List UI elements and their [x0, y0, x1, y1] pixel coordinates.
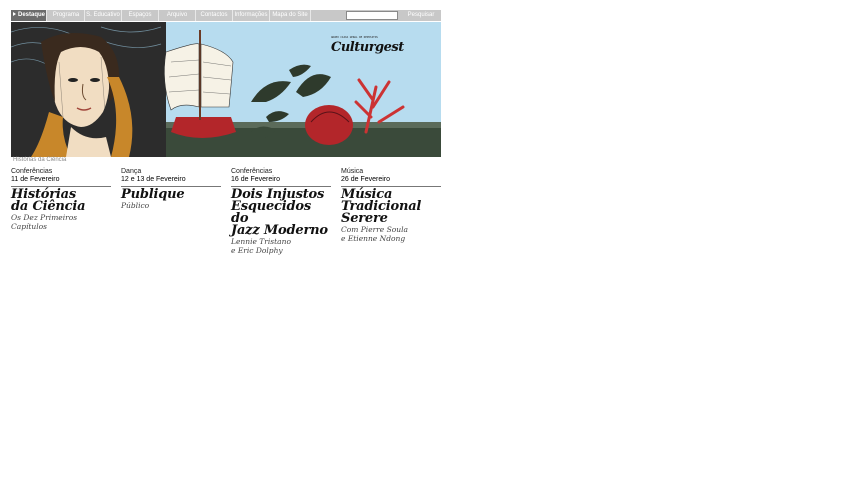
nav-item-label: Destaque [18, 12, 46, 18]
event-subtitle-line: Capítulos [11, 222, 48, 231]
nav-item-programa[interactable]: Programa [48, 10, 85, 21]
culturgest-logo: Culturgest [331, 40, 404, 55]
event-column-1: Conferências 11 de Fevereiro Histórias d… [11, 168, 111, 231]
event-title-link[interactable]: Dois Injustos Esquecidos do Jazz Moderno [231, 188, 331, 238]
search-button[interactable]: Pesquisar [403, 10, 439, 21]
arrow-right-icon [13, 12, 16, 17]
event-subtitle: Público [121, 201, 221, 210]
event-date: 26 de Fevereiro [341, 176, 391, 183]
event-column-4: Música 26 de Fevereiro Música Tradiciona… [341, 168, 441, 243]
event-category: Música [341, 168, 364, 175]
event-title-link[interactable]: Histórias da Ciência [11, 188, 111, 214]
nav-item-informacoes[interactable]: Informações [233, 10, 270, 21]
event-subtitle-line: Os Dez Primeiros [11, 213, 78, 222]
event-subtitle: Com Pierre Soula e Etienne Ndong [341, 225, 441, 243]
event-title-link[interactable]: Publique [121, 187, 221, 202]
event-subtitle: Lennie Tristano e Eric Dolphy [231, 237, 331, 255]
event-title-line: Publique [121, 187, 185, 202]
event-column-2: Dança 12 e 13 de Fevereiro Publique Públ… [121, 168, 221, 210]
event-subtitle: Os Dez Primeiros Capítulos [11, 213, 111, 231]
search-input[interactable] [346, 11, 398, 20]
banner-caption: Histórias da Ciência [13, 157, 67, 163]
event-title-line: Jazz Moderno [231, 223, 328, 238]
hero-banner[interactable]: GRUPO CAIXA GERAL DE DEPOSITOS Culturges… [11, 22, 441, 157]
nav-item-contactos[interactable]: Contactos [196, 10, 233, 21]
nav-item-arquivo[interactable]: Arquivo [159, 10, 196, 21]
event-title-line: Serere [341, 211, 388, 226]
event-category: Dança [121, 168, 142, 175]
top-navigation-bar: Destaque Programa S. Educativo Espaços A… [11, 10, 441, 21]
event-title-line: da Ciência [11, 199, 86, 214]
event-subtitle-line: Público [121, 201, 150, 210]
nav-item-mapa-do-site[interactable]: Mapa do Site [270, 10, 311, 21]
event-subtitle-line: e Eric Dolphy [231, 246, 283, 255]
event-category: Conferências [11, 168, 53, 175]
event-subtitle-line: e Etienne Ndong [341, 234, 406, 243]
nav-item-servico-educativo[interactable]: S. Educativo [85, 10, 122, 21]
nav-item-destaque[interactable]: Destaque [11, 10, 47, 21]
event-date: 12 e 13 de Fevereiro [121, 176, 186, 183]
event-subtitle-line: Com Pierre Soula [341, 225, 408, 234]
banner-illustration: GRUPO CAIXA GERAL DE DEPOSITOS Culturges… [11, 22, 441, 157]
event-title-link[interactable]: Música Tradicional Serere [341, 188, 441, 226]
logo-tagline: GRUPO CAIXA GERAL DE DEPOSITOS [331, 35, 378, 39]
nav-item-espacos[interactable]: Espaços [122, 10, 159, 21]
event-date: 16 de Fevereiro [231, 176, 281, 183]
event-column-3: Conferências 16 de Fevereiro Dois Injust… [231, 168, 331, 255]
event-date: 11 de Fevereiro [11, 176, 60, 183]
event-category: Conferências [231, 168, 273, 175]
event-subtitle-line: Lennie Tristano [231, 237, 291, 246]
event-title-line: Esquecidos do [231, 199, 311, 226]
